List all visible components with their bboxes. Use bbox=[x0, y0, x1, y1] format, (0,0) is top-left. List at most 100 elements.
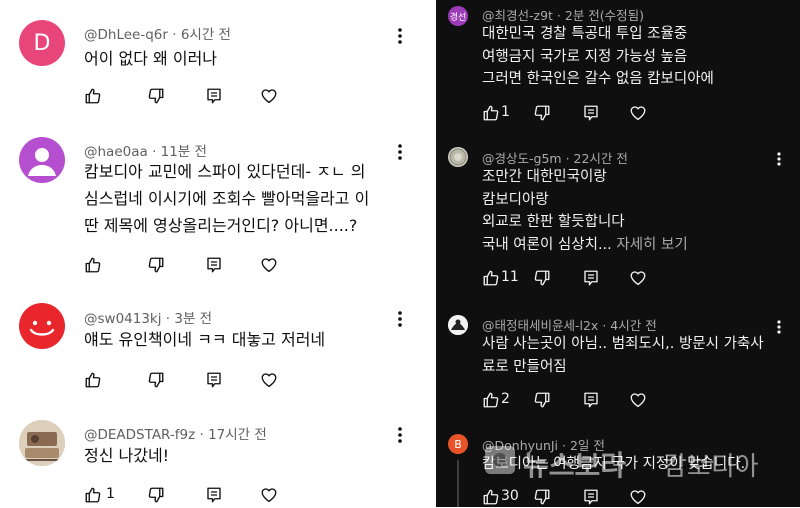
heart-icon[interactable] bbox=[258, 369, 280, 391]
comment-text: 대한민국 경찰 특공대 투입 조율중 여행금지 국가로 지정 가능성 높음 그러… bbox=[482, 26, 714, 87]
comment-author[interactable]: @태정태세비윤세-l2x bbox=[482, 318, 598, 333]
comment-text: 조만간 대한민국이랑 캄보디아랑 외교로 한판 할듯합니다 국내 여론이 심상치… bbox=[482, 166, 782, 256]
heart-icon[interactable] bbox=[627, 389, 649, 411]
comment-item: D @DhLee-q6r · 6시간 전 어이 없다 왜 이러나 bbox=[0, 0, 436, 120]
like-icon[interactable] bbox=[82, 484, 104, 506]
comment-meta: @최경선-z9t · 2분 전(수정됨) bbox=[482, 5, 644, 24]
reply-icon[interactable] bbox=[580, 389, 602, 411]
comment-meta: @DEADSTAR-f9z · 17시간 전 bbox=[84, 423, 267, 443]
thread-line bbox=[457, 460, 459, 507]
comment-item: 경선 @최경선-z9t · 2분 전(수정됨) 대한민국 경찰 특공대 투입 조… bbox=[436, 0, 800, 135]
reply-icon[interactable] bbox=[203, 254, 225, 276]
comment-author[interactable]: @DEADSTAR-f9z bbox=[84, 427, 195, 443]
like-count: 2 bbox=[501, 391, 510, 407]
reply-icon[interactable] bbox=[580, 102, 602, 124]
comment-meta: @DonhyunJi · 2일 전 bbox=[482, 435, 605, 454]
comment-text: 정신 나갔네! bbox=[84, 446, 170, 465]
like-icon[interactable] bbox=[480, 389, 502, 411]
comment-text: 캄보디아는 여행금지 국가 지정이 맞습니다. bbox=[482, 456, 746, 472]
coin-avatar-icon bbox=[449, 148, 467, 166]
comment-time: · 4시간 전 bbox=[602, 318, 657, 333]
reply-icon[interactable] bbox=[203, 85, 225, 107]
comment-meta: @hae0aa · 11분 전 bbox=[84, 140, 207, 160]
comment-text: 얘도 유인책이네 ㅋㅋ 대놓고 저러네 bbox=[84, 330, 326, 349]
dislike-icon[interactable] bbox=[145, 254, 167, 276]
comment-item: @DEADSTAR-f9z · 17시간 전 정신 나갔네! 1 bbox=[0, 405, 436, 507]
avatar[interactable]: B bbox=[448, 434, 468, 454]
screenshot: D @DhLee-q6r · 6시간 전 어이 없다 왜 이러나 @hae0aa… bbox=[0, 0, 800, 507]
more-options-icon[interactable] bbox=[390, 140, 410, 164]
comment-text: 사람 사는곳이 아님.. 범죄도시,. 방문시 가축사 료로 만들어짐 bbox=[482, 336, 764, 375]
avatar[interactable] bbox=[19, 137, 65, 183]
avatar[interactable] bbox=[448, 315, 468, 335]
comment-author[interactable]: @경상도-g5m bbox=[482, 151, 562, 166]
comment-actions bbox=[82, 369, 302, 393]
dislike-icon[interactable] bbox=[145, 369, 167, 391]
like-count: 1 bbox=[106, 486, 115, 502]
avatar-label: 경선 bbox=[449, 12, 467, 23]
comment-item: B @DonhyunJi · 2일 전 캄보디아는 여행금지 국가 지정이 맞습… bbox=[436, 430, 800, 507]
comment-text-content: 조만간 대한민국이랑 캄보디아랑 외교로 한판 할듯합니다 국내 여론이 심상치… bbox=[482, 169, 625, 253]
heart-icon[interactable] bbox=[258, 254, 280, 276]
comment-actions: 1 bbox=[480, 102, 680, 126]
comment-author[interactable]: @sw0413kj bbox=[84, 311, 162, 327]
comment-author[interactable]: @최경선-z9t bbox=[482, 8, 553, 23]
like-count: 30 bbox=[501, 488, 519, 504]
comments-panel-dark: 경선 @최경선-z9t · 2분 전(수정됨) 대한민국 경찰 특공대 투입 조… bbox=[436, 0, 800, 507]
dislike-icon[interactable] bbox=[531, 102, 553, 124]
comments-panel-light: D @DhLee-q6r · 6시간 전 어이 없다 왜 이러나 @hae0aa… bbox=[0, 0, 436, 507]
comment-text: 캄보디아 교민에 스파이 있다던데- ㅈㄴ 의 심스럽네 이시기에 조회수 빨아… bbox=[84, 162, 370, 235]
default-user-icon bbox=[28, 148, 56, 176]
like-icon[interactable] bbox=[480, 102, 502, 124]
comment-item: @경상도-g5m · 22시간 전 조만간 대한민국이랑 캄보디아랑 외교로 한… bbox=[436, 135, 800, 305]
heart-icon[interactable] bbox=[258, 484, 280, 506]
comment-time: · 3분 전 bbox=[165, 311, 213, 327]
more-options-icon[interactable] bbox=[390, 423, 410, 447]
reply-icon[interactable] bbox=[203, 369, 225, 391]
smiley-icon bbox=[29, 320, 55, 336]
heart-icon[interactable] bbox=[627, 267, 649, 289]
comment-actions: 30 bbox=[480, 486, 680, 507]
avatar[interactable]: 경선 bbox=[448, 6, 468, 26]
dislike-icon[interactable] bbox=[531, 486, 553, 507]
dislike-icon[interactable] bbox=[531, 389, 553, 411]
reply-icon[interactable] bbox=[580, 486, 602, 507]
comment-meta: @태정태세비윤세-l2x · 4시간 전 bbox=[482, 315, 657, 334]
avatar[interactable] bbox=[19, 420, 65, 466]
more-options-icon[interactable] bbox=[390, 307, 410, 331]
comment-time: · 22시간 전 bbox=[565, 151, 628, 166]
dislike-icon[interactable] bbox=[145, 85, 167, 107]
illustrated-avatar-icon bbox=[19, 420, 65, 466]
comment-time: · 2일 전 bbox=[562, 438, 605, 453]
avatar[interactable] bbox=[448, 147, 468, 167]
comment-actions: 2 bbox=[480, 389, 680, 413]
comment-item: @hae0aa · 11분 전 캄보디아 교민에 스파이 있다던데- ㅈㄴ 의 … bbox=[0, 120, 436, 285]
comment-item: @태정태세비윤세-l2x · 4시간 전 사람 사는곳이 아님.. 범죄도시,.… bbox=[436, 305, 800, 430]
avatar[interactable] bbox=[19, 303, 65, 349]
comment-author[interactable]: @DhLee-q6r bbox=[84, 27, 168, 43]
avatar-letter: D bbox=[33, 30, 51, 56]
like-icon[interactable] bbox=[82, 369, 104, 391]
comment-item: @sw0413kj · 3분 전 얘도 유인책이네 ㅋㅋ 대놓고 저러네 bbox=[0, 285, 436, 405]
like-icon[interactable] bbox=[82, 254, 104, 276]
read-more-link[interactable]: 자세히 보기 bbox=[616, 237, 687, 253]
more-options-icon[interactable] bbox=[390, 24, 410, 48]
like-icon[interactable] bbox=[82, 85, 104, 107]
heart-icon[interactable] bbox=[258, 85, 280, 107]
like-count: 11 bbox=[501, 269, 519, 285]
comment-meta: @DhLee-q6r · 6시간 전 bbox=[84, 23, 231, 43]
comment-text: 어이 없다 왜 이러나 bbox=[84, 49, 218, 68]
reply-icon[interactable] bbox=[203, 484, 225, 506]
reply-icon[interactable] bbox=[580, 267, 602, 289]
heart-icon[interactable] bbox=[627, 486, 649, 507]
heart-icon[interactable] bbox=[627, 102, 649, 124]
avatar-letter: B bbox=[454, 437, 462, 451]
like-icon[interactable] bbox=[480, 267, 502, 289]
avatar[interactable]: D bbox=[19, 20, 65, 66]
like-icon[interactable] bbox=[480, 486, 502, 507]
comment-time: · 6시간 전 bbox=[172, 27, 231, 43]
dislike-icon[interactable] bbox=[145, 484, 167, 506]
comment-time: · 2분 전(수정됨) bbox=[556, 8, 645, 23]
comment-author[interactable]: @DonhyunJi bbox=[482, 438, 558, 453]
dislike-icon[interactable] bbox=[531, 267, 553, 289]
